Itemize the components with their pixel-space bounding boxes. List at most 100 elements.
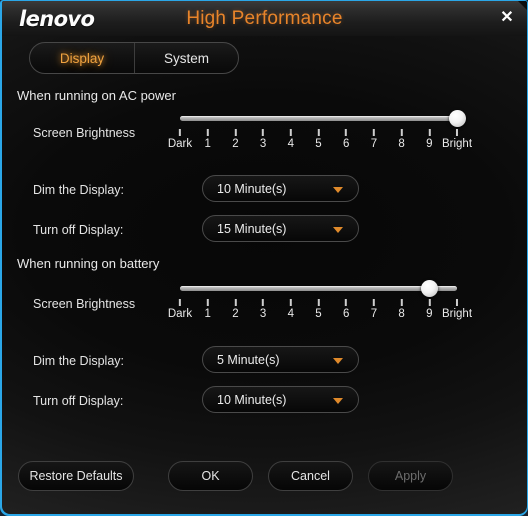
apply-button[interactable]: Apply (368, 461, 453, 491)
slider-tick-label: 4 (287, 138, 294, 150)
slider-tick: 1 (204, 299, 211, 320)
slider-tick: 2 (232, 129, 239, 150)
slider-tick: 1 (204, 129, 211, 150)
chevron-down-icon (333, 187, 343, 193)
slider-tick: 8 (398, 299, 405, 320)
ok-button[interactable]: OK (168, 461, 253, 491)
slider-tick: 6 (343, 129, 349, 150)
slider-tick: Bright (442, 299, 472, 320)
label-dim-display-battery: Dim the Display: (33, 354, 124, 368)
dropdown-value: 10 Minute(s) (217, 182, 287, 196)
slider-tick-mark (372, 129, 375, 136)
label-turn-off-display-ac: Turn off Display: (33, 223, 124, 237)
slider-tick-label: 8 (398, 138, 405, 150)
page-title: High Performance (186, 8, 343, 29)
slider-tick: 9 (426, 129, 433, 150)
app-root: lenovo High Performance ✕ Display System… (0, 0, 528, 516)
dropdown-value: 5 Minute(s) (217, 353, 280, 367)
slider-tick: Bright (442, 129, 472, 150)
chevron-down-icon (333, 227, 343, 233)
slider-tick-label: Bright (441, 308, 473, 320)
slider-tick-label: Dark (167, 308, 193, 320)
slider-tick-mark (206, 299, 209, 306)
section-title-ac: When running on AC power (17, 88, 176, 103)
slider-tick: 4 (288, 129, 294, 150)
slider-tick-mark (234, 299, 237, 306)
section-title-battery: When running on battery (17, 256, 160, 271)
slider-track[interactable] (180, 286, 457, 291)
slider-tick-mark (428, 299, 431, 306)
slider-tick: Dark (168, 129, 192, 150)
slider-tick-label: 4 (287, 308, 294, 320)
slider-tick-mark (179, 299, 181, 306)
slider-tick-mark (317, 129, 320, 136)
slider-tick-label: 8 (398, 308, 405, 320)
dropdown-value: 10 Minute(s) (217, 393, 287, 407)
slider-tick-mark (317, 299, 320, 306)
cancel-button[interactable]: Cancel (268, 461, 353, 491)
tab-bar: Display System (29, 42, 239, 74)
slider-track[interactable] (180, 116, 457, 121)
slider-tick-label: Bright (441, 138, 473, 150)
dropdown-value: 15 Minute(s) (217, 222, 287, 236)
dropdown-turn-off-display-battery[interactable]: 10 Minute(s) (202, 386, 359, 413)
chevron-down-icon (333, 358, 343, 364)
tab-system[interactable]: System (134, 43, 238, 73)
slider-tick-label: 7 (370, 138, 378, 150)
slider-tick-label: 2 (232, 138, 239, 150)
chevron-down-icon (333, 398, 343, 404)
slider-tick-mark (428, 129, 431, 136)
dropdown-dim-display-ac[interactable]: 10 Minute(s) (202, 175, 359, 202)
slider-thumb[interactable] (448, 110, 466, 127)
slider-tick-mark (455, 129, 458, 136)
power-settings-window: lenovo High Performance ✕ Display System… (2, 1, 527, 514)
slider-tick-mark (289, 129, 292, 136)
slider-tick: Dark (168, 299, 192, 320)
dropdown-turn-off-display-ac[interactable]: 15 Minute(s) (202, 215, 359, 242)
slider-tick-label: Dark (167, 138, 193, 150)
slider-tick-mark (345, 299, 348, 306)
slider-tick-label: 7 (370, 308, 378, 320)
slider-tick: 3 (260, 129, 266, 150)
slider-tick-mark (400, 129, 403, 136)
label-screen-brightness-battery: Screen Brightness (33, 297, 136, 311)
slider-tick: 5 (315, 299, 322, 320)
slider-tick: 8 (398, 129, 405, 150)
label-screen-brightness-ac: Screen Brightness (33, 126, 136, 140)
slider-tick-mark (345, 129, 348, 136)
tab-display[interactable]: Display (30, 43, 134, 73)
slider-tick-label: 9 (426, 138, 433, 150)
slider-tick-label: 6 (342, 138, 350, 150)
slider-tick-label: 1 (204, 138, 211, 150)
slider-tick: 9 (426, 299, 433, 320)
close-icon[interactable]: ✕ (496, 8, 518, 28)
slider-tick: 7 (371, 129, 377, 150)
slider-tick-mark (206, 129, 209, 136)
slider-tick-label: 2 (232, 308, 239, 320)
slider-tick: 4 (288, 299, 294, 320)
slider-tick-label: 5 (315, 138, 322, 150)
slider-tick-label: 6 (342, 308, 350, 320)
slider-tick-label: 3 (259, 308, 267, 320)
slider-tick-label: 5 (315, 308, 322, 320)
slider-tick-label: 9 (426, 308, 433, 320)
dropdown-dim-display-battery[interactable]: 5 Minute(s) (202, 346, 359, 373)
slider-tick: 6 (343, 299, 349, 320)
slider-tick: 5 (315, 129, 322, 150)
slider-tick-label: 3 (259, 138, 267, 150)
title-bar: lenovo High Performance ✕ (2, 1, 527, 36)
slider-tick-mark (400, 299, 403, 306)
slider-tick-label: 1 (204, 308, 211, 320)
label-dim-display-ac: Dim the Display: (33, 183, 124, 197)
label-turn-off-display-battery: Turn off Display: (33, 394, 124, 408)
slider-tick-mark (455, 299, 458, 306)
slider-tick-mark (289, 299, 292, 306)
slider-tick-mark (262, 299, 265, 306)
restore-defaults-button[interactable]: Restore Defaults (18, 461, 134, 491)
slider-tick-mark (179, 129, 181, 136)
slider-tick-mark (234, 129, 237, 136)
slider-tick: 7 (371, 299, 377, 320)
slider-thumb[interactable] (420, 280, 438, 297)
slider-tick-mark (372, 299, 375, 306)
slider-tick-mark (262, 129, 265, 136)
